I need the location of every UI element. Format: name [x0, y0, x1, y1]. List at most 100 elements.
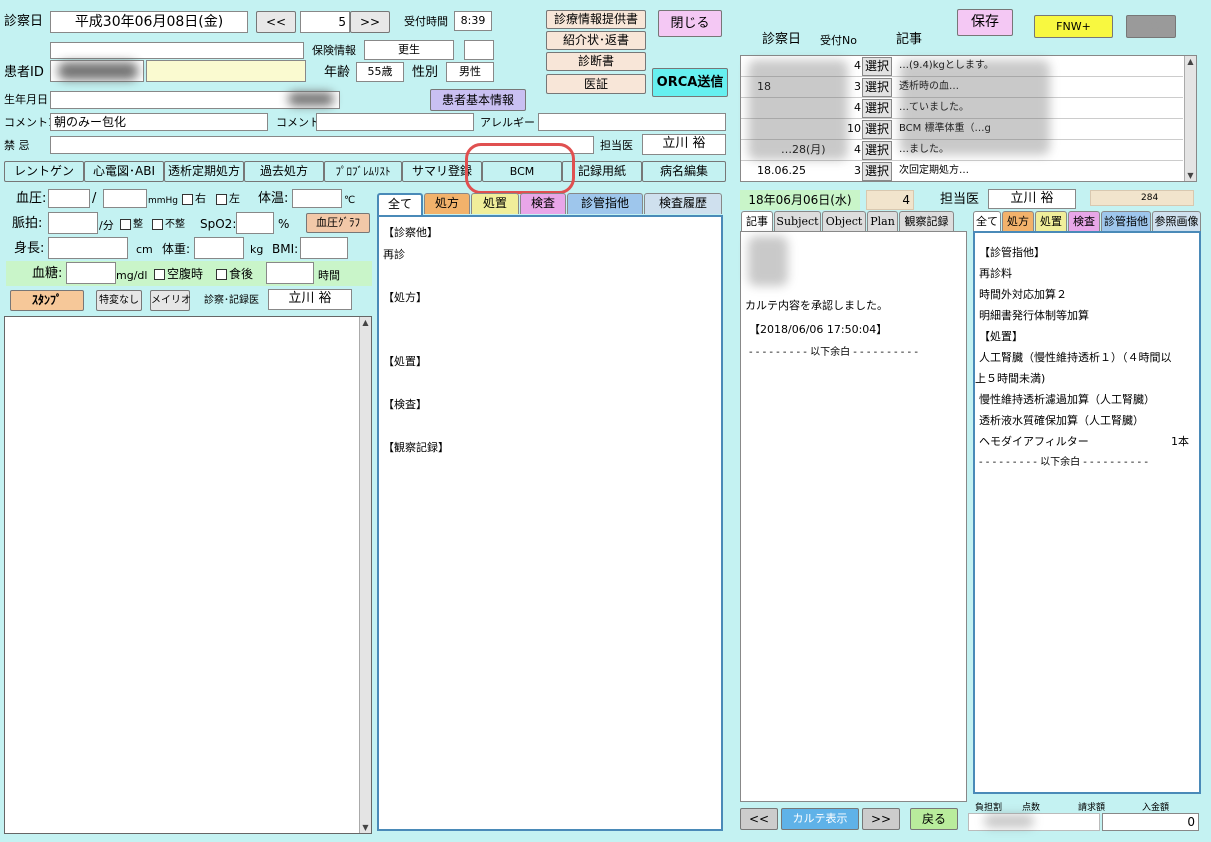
tab-all[interactable]: 全て: [377, 193, 423, 215]
bp-graph-button[interactable]: 血圧ｸﾞﾗﾌ: [306, 213, 370, 233]
record-doctor-field[interactable]: 立川 裕: [268, 289, 352, 310]
scroll-down-icon[interactable]: ▼: [360, 823, 371, 832]
history-row-select[interactable]: 選択: [862, 78, 892, 97]
problem-list-button[interactable]: ﾌﾟﾛﾌﾞﾚﾑﾘｽﾄ: [324, 161, 402, 182]
karte-next-button[interactable]: >>: [862, 808, 900, 830]
height-input[interactable]: [48, 237, 128, 259]
orca-send-button[interactable]: ORCA送信: [652, 68, 728, 97]
patient-kana-field[interactable]: [50, 42, 304, 59]
insurance-field[interactable]: 更生: [364, 40, 454, 60]
no-change-button[interactable]: 特変なし: [96, 290, 142, 311]
certificate-button[interactable]: 医証: [546, 74, 646, 94]
detail-filter-name: ヘモダイアフィルター: [979, 435, 1089, 448]
temp-input[interactable]: [292, 189, 342, 208]
save-button[interactable]: 保存: [957, 9, 1013, 36]
karte-prev-button[interactable]: <<: [740, 808, 778, 830]
patient-name-field[interactable]: [146, 60, 306, 82]
reception-time-field[interactable]: 8:39: [454, 11, 492, 31]
scroll-up-icon[interactable]: ▲: [1185, 57, 1196, 66]
pulse-input[interactable]: [48, 212, 98, 234]
bp-diastolic-input[interactable]: [103, 189, 147, 208]
weight-input[interactable]: [194, 237, 244, 259]
tab-subject[interactable]: Subject: [774, 211, 821, 232]
glucose-time-input[interactable]: [266, 262, 314, 284]
left-checkbox-box[interactable]: [216, 193, 227, 205]
next-visit-button[interactable]: >>: [350, 11, 390, 33]
patient-basic-info-button[interactable]: 患者基本情報: [430, 89, 526, 111]
tab-management[interactable]: 診管指他: [567, 193, 643, 214]
detail-panel[interactable]: 【診管指他】 再診料 時間外対応加算２ 明細書発行体制等加算 【処置】 人工腎臓…: [973, 231, 1201, 794]
tab-exam-history[interactable]: 検査履歴: [644, 193, 722, 214]
tab-treatment[interactable]: 処置: [471, 193, 519, 214]
center-karte-panel[interactable]: 【診察他】 再診 【処方】 【処置】 【検査】 【観察記録】: [377, 215, 723, 831]
scroll-down-icon[interactable]: ▼: [1185, 171, 1196, 180]
postprandial-checkbox[interactable]: 食後: [216, 265, 253, 283]
bp-separator: /: [92, 191, 97, 206]
postprandial-checkbox-box[interactable]: [216, 269, 227, 280]
insurance-extra-field[interactable]: [464, 40, 494, 60]
history-scrollbar[interactable]: ▲ ▼: [1184, 56, 1196, 181]
detail-tab-management[interactable]: 診管指他: [1101, 211, 1151, 232]
allergy-field[interactable]: [538, 113, 726, 131]
past-prescription-button[interactable]: 過去処方: [244, 161, 324, 182]
glucose-input[interactable]: [66, 262, 116, 284]
bp-right-checkbox[interactable]: 右: [182, 190, 206, 208]
doctor-field[interactable]: 立川 裕: [642, 134, 726, 155]
paid-field[interactable]: 0: [1102, 813, 1199, 831]
referral-button[interactable]: 紹介状･返書: [546, 31, 646, 50]
regular-checkbox[interactable]: 整: [120, 216, 143, 234]
free-text-scrollbar[interactable]: ▲ ▼: [359, 317, 371, 833]
scroll-up-icon[interactable]: ▲: [360, 318, 371, 327]
history-row-select[interactable]: 選択: [862, 57, 892, 76]
meirio-button[interactable]: メイリオ: [150, 290, 191, 311]
stamp-button[interactable]: ｽﾀﾝﾌﾟ: [10, 290, 84, 311]
spo2-input[interactable]: [236, 212, 274, 234]
tab-exam[interactable]: 検査: [520, 193, 566, 214]
history-row-select[interactable]: 選択: [862, 162, 892, 181]
regular-checkbox-box[interactable]: [120, 218, 131, 230]
history-row-select[interactable]: 選択: [862, 120, 892, 139]
tab-observation[interactable]: 観察記録: [899, 211, 954, 232]
detail-tab-all[interactable]: 全て: [973, 211, 1001, 232]
back-button[interactable]: 戻る: [910, 808, 958, 830]
exam-date-field[interactable]: 平成30年06月08日(金): [50, 11, 248, 33]
center-line: 【診察他】: [383, 226, 438, 239]
record-doctor-label: 診察･記録医: [204, 295, 259, 306]
ecg-abi-button[interactable]: 心電図･ABI: [84, 161, 164, 182]
bcm-highlight-circle: [465, 143, 575, 194]
fasting-checkbox-box[interactable]: [154, 269, 165, 280]
diagnosis-button[interactable]: 診断書: [546, 52, 646, 71]
bp-systolic-input[interactable]: [48, 189, 90, 208]
comment1-field[interactable]: 朝のみー包化: [50, 113, 268, 131]
karte-show-button[interactable]: カルテ表示: [781, 808, 859, 830]
center-line: [379, 265, 721, 287]
visit-no-field[interactable]: 5: [300, 11, 350, 33]
tab-object[interactable]: Object: [822, 211, 866, 232]
comment-field[interactable]: [316, 113, 474, 131]
xray-button[interactable]: レントゲン: [4, 161, 84, 182]
detail-tab-prescription[interactable]: 処方: [1002, 211, 1034, 232]
pulse-unit: /分: [99, 219, 114, 232]
right-checkbox-box[interactable]: [182, 193, 193, 205]
bp-left-checkbox[interactable]: 左: [216, 190, 240, 208]
tab-prescription[interactable]: 処方: [424, 193, 470, 214]
detail-tab-exam[interactable]: 検査: [1068, 211, 1100, 232]
fnw-button[interactable]: FNW+: [1034, 15, 1113, 38]
irregular-checkbox[interactable]: 不整: [152, 216, 185, 234]
detail-tab-images[interactable]: 参照画像: [1152, 211, 1201, 232]
history-row-select[interactable]: 選択: [862, 99, 892, 118]
free-text-area[interactable]: ▲ ▼: [4, 316, 372, 834]
irregular-checkbox-box[interactable]: [152, 218, 163, 230]
dialysis-prescription-button[interactable]: 透析定期処方: [164, 161, 244, 182]
history-row[interactable]: 18.06.25 3 選択 次回定期処方…: [741, 161, 1183, 181]
close-button[interactable]: 閉じる: [658, 10, 722, 37]
tab-note[interactable]: 記事: [741, 211, 773, 232]
tab-plan[interactable]: Plan: [867, 211, 898, 232]
prev-visit-button[interactable]: <<: [256, 11, 296, 33]
history-row-select[interactable]: 選択: [862, 141, 892, 160]
karte-note-panel[interactable]: カルテ内容を承認しました。 【2018/06/06 17:50:04】 - - …: [740, 231, 967, 802]
detail-tab-treatment[interactable]: 処置: [1035, 211, 1067, 232]
fasting-checkbox[interactable]: 空腹時: [154, 265, 203, 283]
disease-edit-button[interactable]: 病名編集: [642, 161, 726, 182]
medical-info-button[interactable]: 診療情報提供書: [546, 10, 646, 29]
